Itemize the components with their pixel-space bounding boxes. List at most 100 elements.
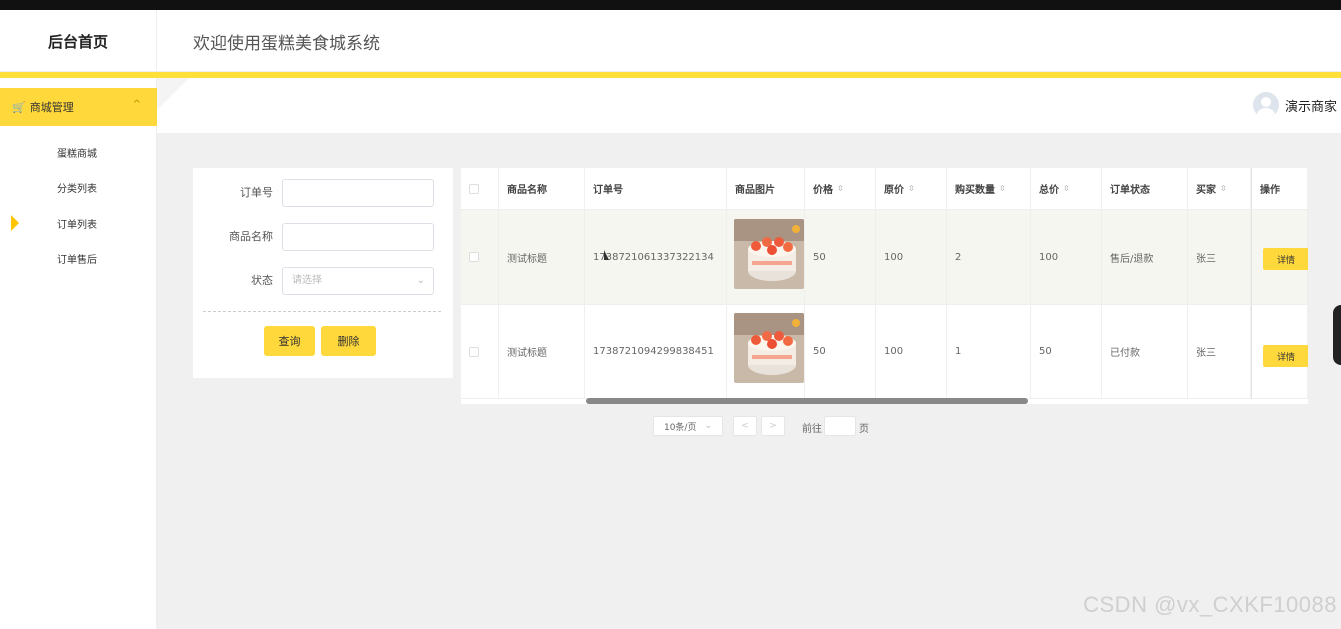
status-select[interactable]: 请选择 ⌄	[282, 267, 434, 295]
cell-total: 50	[1031, 305, 1102, 399]
col-header-label: 商品名称	[507, 185, 547, 196]
prev-page-button[interactable]: <	[733, 416, 757, 436]
sidebar-item-label: 分类列表	[57, 183, 97, 195]
watermark: CSDN @vx_CXKF10088	[1083, 592, 1337, 617]
col-header-label: 操作	[1260, 185, 1280, 196]
mouse-cursor-icon	[604, 250, 609, 260]
cell-order-no: 1738721094299838451	[585, 305, 727, 399]
user-menu[interactable]: 演示商家	[1252, 92, 1337, 118]
product-name-label: 商品名称	[229, 230, 273, 243]
page-unit-label: 页	[859, 424, 869, 435]
product-name-input[interactable]	[282, 223, 434, 251]
header: 后台首页 欢迎使用蛋糕美食城系统	[0, 10, 1341, 72]
row-checkbox[interactable]	[469, 252, 479, 262]
sidebar-item-label: 蛋糕商城	[57, 148, 97, 160]
status-label: 状态	[251, 274, 273, 287]
chevron-up-icon: ^	[132, 99, 141, 110]
order-no-input[interactable]	[282, 179, 434, 207]
search-panel: 订单号 商品名称 状态 请选择 ⌄ 查询 删除	[193, 168, 453, 378]
page-size-value: 10条/页	[663, 422, 697, 433]
delete-button[interactable]: 删除	[321, 326, 376, 356]
select-all-checkbox[interactable]	[469, 183, 479, 194]
welcome-text: 欢迎使用蛋糕美食城系统	[193, 33, 380, 54]
sort-icon: ⇳	[1063, 184, 1070, 193]
avatar	[1252, 92, 1279, 118]
cell-price: 50	[805, 305, 876, 399]
col-header-label: 购买数量	[955, 185, 995, 196]
row-checkbox-cell	[461, 305, 499, 399]
next-page-button[interactable]: >	[761, 416, 785, 436]
col-header-sortable[interactable]: 买家 ⇳	[1188, 168, 1251, 210]
chevron-down-icon: ⌄	[416, 275, 425, 286]
user-name: 演示商家	[1284, 99, 1337, 115]
product-name-row: 商品名称	[193, 223, 453, 251]
menu-group-shop-management[interactable]: 🛒 商城管理 ^	[0, 88, 157, 126]
col-header-label: 订单号	[593, 185, 623, 196]
cell-original-price: 100	[876, 210, 947, 305]
col-header-sortable[interactable]: 价格 ⇳	[805, 168, 876, 210]
sidebar-item-label: 订单售后	[57, 254, 97, 266]
side-handle[interactable]	[1333, 305, 1341, 365]
col-header: 操作	[1251, 168, 1308, 210]
col-header-label: 买家	[1196, 185, 1216, 196]
sidebar-item-cake-shop[interactable]: 蛋糕商城	[0, 142, 157, 162]
page-size-select[interactable]: 10条/页 ⌄	[653, 416, 723, 436]
sort-icon: ⇳	[837, 184, 844, 193]
table-horizontal-scrollbar[interactable]	[586, 398, 1028, 404]
select-all-cell	[461, 168, 499, 210]
detail-button[interactable]: 详情	[1263, 248, 1308, 270]
sidebar-item-category-list[interactable]: 分类列表	[0, 177, 157, 197]
divider	[203, 311, 441, 312]
row-checkbox-cell	[461, 210, 499, 305]
cell-buyer: 张三	[1188, 210, 1251, 305]
sort-icon: ⇳	[908, 184, 915, 193]
cell-product-name: 测试标题	[499, 305, 585, 399]
sidebar-item-label: 订单列表	[57, 219, 97, 231]
active-indicator-icon	[11, 215, 19, 231]
col-header-sortable[interactable]: 购买数量 ⇳	[947, 168, 1031, 210]
col-header-label: 商品图片	[735, 185, 775, 196]
order-no-label: 订单号	[240, 186, 273, 199]
row-checkbox[interactable]	[469, 346, 479, 357]
col-header-label: 订单状态	[1110, 185, 1150, 196]
window-top-bar	[0, 0, 1341, 10]
sort-icon: ⇳	[1220, 184, 1227, 193]
col-header: 订单状态	[1102, 168, 1188, 210]
col-header: 订单号	[585, 168, 727, 210]
col-header-label: 总价	[1039, 185, 1059, 196]
cell-total: 100	[1031, 210, 1102, 305]
col-header-label: 价格	[813, 185, 833, 196]
cell-product-name: 测试标题	[499, 210, 585, 305]
cart-icon: 🛒	[12, 100, 26, 114]
sub-header	[157, 78, 1341, 133]
sort-icon: ⇳	[999, 184, 1006, 193]
sidebar: 🛒 商城管理 ^ 蛋糕商城 分类列表 订单列表 订单售后	[0, 78, 157, 629]
page-fold-corner	[157, 78, 189, 110]
cell-buyer: 张三	[1188, 305, 1251, 399]
sidebar-item-order-list[interactable]: 订单列表	[0, 213, 157, 233]
col-header: 商品名称	[499, 168, 585, 210]
product-image	[734, 219, 804, 289]
status-row: 状态 请选择 ⌄	[193, 267, 453, 295]
cell-quantity: 2	[947, 210, 1031, 305]
cell-status: 已付款	[1102, 305, 1188, 399]
goto-label: 前往	[802, 424, 822, 435]
col-header: 商品图片	[727, 168, 805, 210]
col-header-sortable[interactable]: 总价 ⇳	[1031, 168, 1102, 210]
cell-quantity: 1	[947, 305, 1031, 399]
menu-group-label: 商城管理	[29, 101, 74, 114]
detail-button[interactable]: 详情	[1263, 345, 1308, 367]
goto-page-input[interactable]	[824, 416, 856, 436]
product-image	[734, 313, 804, 383]
cell-status: 售后/退款	[1102, 210, 1188, 305]
sidebar-item-after-sales[interactable]: 订单售后	[0, 248, 157, 268]
cell-price: 50	[805, 210, 876, 305]
chevron-down-icon: ⌄	[704, 421, 713, 431]
col-header-sortable[interactable]: 原价 ⇳	[876, 168, 947, 210]
order-no-row: 订单号	[193, 179, 453, 207]
col-header-label: 原价	[884, 185, 904, 196]
query-button[interactable]: 查询	[264, 326, 315, 356]
status-placeholder: 请选择	[292, 275, 322, 286]
order-table: 商品名称 订单号 商品图片 价格 ⇳ 原价 ⇳ 购买数量 ⇳ 总价 ⇳ 订单状态 买家 ⇳…	[461, 168, 1308, 404]
home-link[interactable]: 后台首页	[0, 10, 157, 72]
